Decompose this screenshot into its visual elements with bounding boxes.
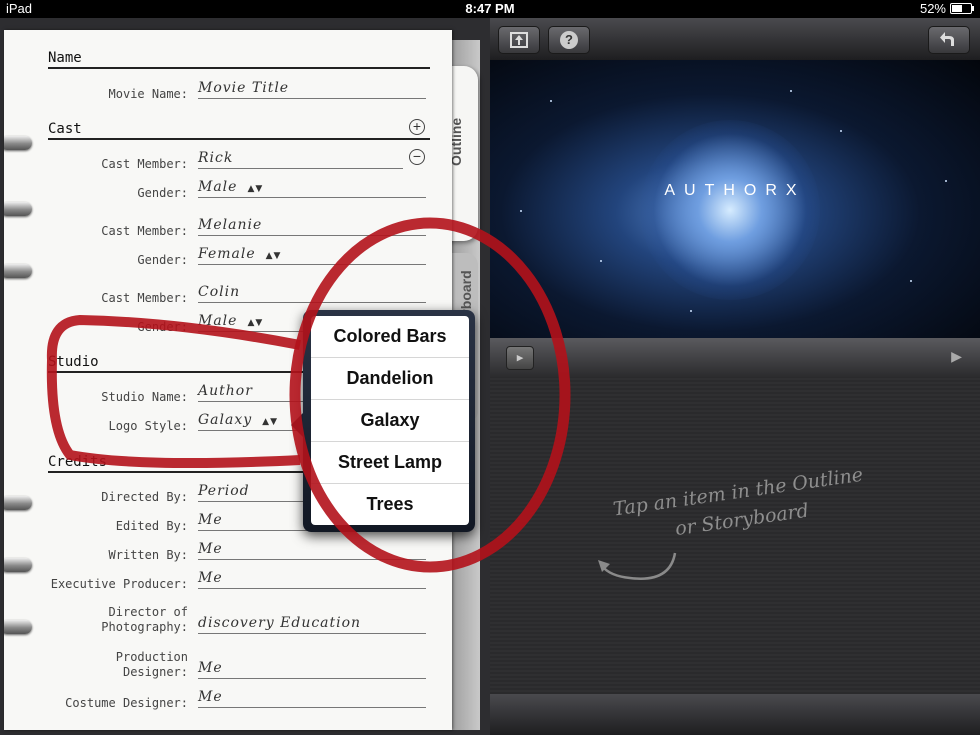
option-street-lamp[interactable]: Street Lamp [311,442,469,484]
stepper-icon: ▲▼ [265,251,282,261]
star [690,310,692,312]
gender-value: Male [198,179,238,195]
option-galaxy[interactable]: Galaxy [311,400,469,442]
section-heading-cast: Cast [48,121,430,140]
logo-style-popover: Colored Bars Dandelion Galaxy Street Lam… [291,310,475,532]
cast-member-field[interactable]: Rick [198,150,403,169]
play-button[interactable]: ▶ [506,346,534,370]
add-cast-icon[interactable]: + [409,119,425,135]
stepper-icon: ▲▼ [247,318,264,328]
remove-cast-icon[interactable]: − [409,149,425,165]
logo-style-label: Logo Style: [108,419,188,433]
undo-icon [940,32,954,46]
star [600,260,602,262]
logo-style-options: Colored Bars Dandelion Galaxy Street Lam… [311,316,469,525]
help-button[interactable]: ? [548,26,590,54]
battery-icon [950,3,974,14]
gender-label: Gender: [137,320,188,334]
star [550,100,552,102]
star [840,130,842,132]
written-by-field[interactable]: Me [198,541,426,560]
executive-producer-label: Executive Producer: [50,577,188,591]
next-icon: ▶ [951,346,962,367]
star [520,210,522,212]
production-designer-field[interactable]: Me [198,660,426,679]
battery-percent: 52% [919,1,946,16]
cast-member-field[interactable]: Colin [198,284,426,303]
undo-button[interactable] [928,26,970,54]
gender-label: Gender: [137,186,188,200]
clock: 8:47 PM [465,1,515,16]
executive-producer-field[interactable]: Me [198,570,426,589]
production-designer-label: Production Designer: [115,650,188,679]
export-icon [510,32,528,48]
info-panel: Tap an item in the Outline or Storyboard [490,378,980,694]
cast-member-label: Cast Member: [101,291,188,305]
status-bar: iPad 8:47 PM 52% [0,0,980,18]
edited-by-label: Edited By: [115,519,188,533]
play-icon: ▶ [516,351,524,364]
gender-select[interactable]: Female ▲▼ [198,246,426,265]
gender-select[interactable]: Male ▲▼ [198,179,426,198]
cast-member-label: Cast Member: [101,157,188,171]
hint-text: Tap an item in the Outline or Storyboard [611,463,865,541]
gender-value: Female [198,246,256,262]
directed-by-label: Directed By: [101,490,188,504]
battery-status: 52% [919,1,974,16]
studio-name-label: Studio Name: [101,390,188,404]
star [910,280,912,282]
next-button[interactable]: ▶ [951,346,962,367]
binder-ring [4,198,36,220]
preview-title: AUTHORX [664,182,806,199]
costume-designer-field[interactable]: Me [198,689,426,708]
bottom-bar [490,694,980,735]
binder-ring [4,132,36,154]
option-colored-bars[interactable]: Colored Bars [311,316,469,358]
curved-arrow-icon [598,552,677,580]
director-of-photography-field[interactable]: discovery Education [198,615,426,634]
binder-ring [4,616,36,638]
logo-style-value: Galaxy [198,412,253,428]
video-preview[interactable]: AUTHORX [490,60,980,338]
movie-name-label: Movie Name: [108,87,188,101]
playback-bar: ▶ ▶ [490,338,980,378]
costume-designer-label: Costume Designer: [65,696,188,710]
option-trees[interactable]: Trees [311,484,469,525]
popover-pointer [291,413,303,437]
written-by-label: Written By: [108,548,188,562]
director-of-photography-label: Director of Photography: [101,605,188,634]
cast-member-field[interactable]: Melanie [198,217,426,236]
gender-value: Male [198,313,238,329]
cast-member-label: Cast Member: [101,224,188,238]
stepper-icon: ▲▼ [262,417,279,427]
star [790,90,792,92]
top-toolbar: ? [490,18,980,61]
help-icon: ? [560,31,578,49]
movie-name-field[interactable]: Movie Title [198,80,426,99]
gender-label: Gender: [137,253,188,267]
stepper-icon: ▲▼ [247,184,264,194]
export-button[interactable] [498,26,540,54]
option-dandelion[interactable]: Dandelion [311,358,469,400]
section-heading-name: Name [48,50,430,69]
galaxy-glow [640,120,820,300]
